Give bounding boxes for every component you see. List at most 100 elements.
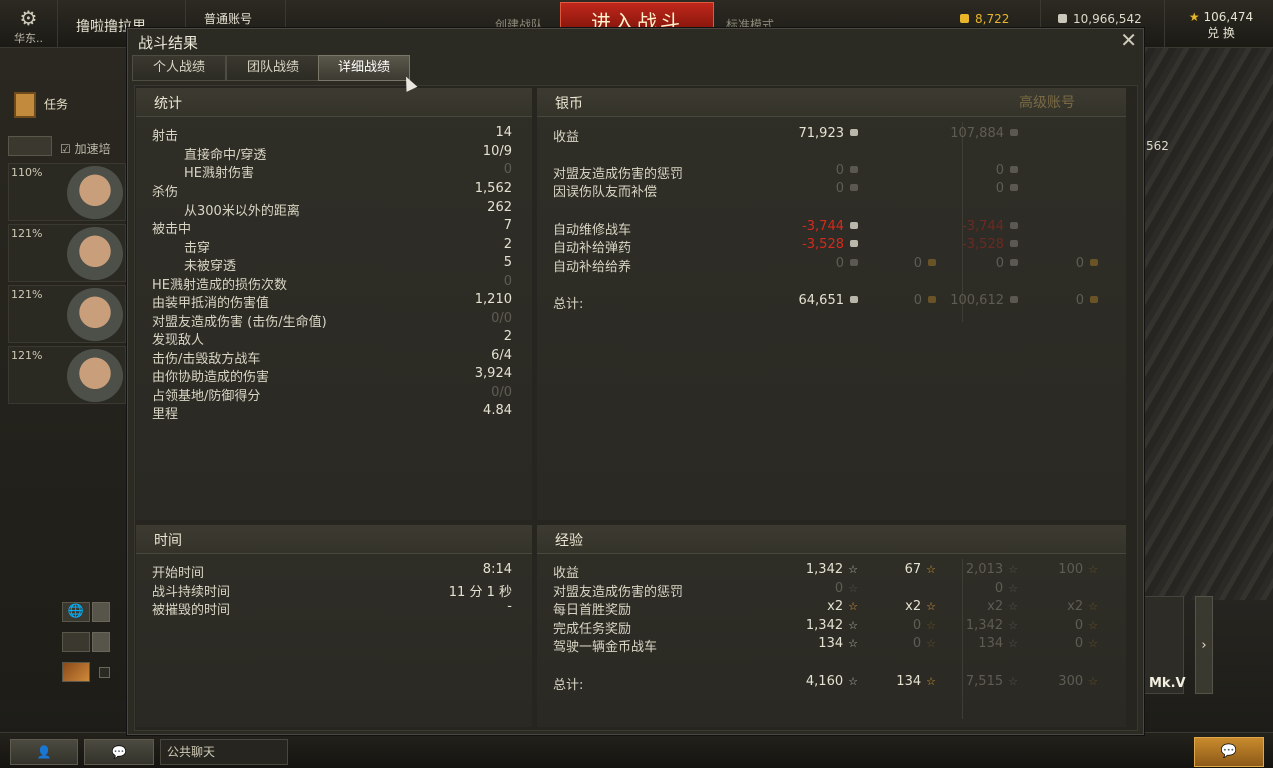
stat-label: 对盟友造成伤害 (击伤/生命值) [152, 315, 327, 330]
close-icon[interactable]: ✕ [1120, 29, 1137, 51]
stat-value: 0 [503, 274, 512, 289]
xp-row: 总计: 4,160 ☆ 134 ☆ 7,515 ☆ 300 ☆ [537, 674, 1126, 693]
chat-button[interactable]: 💬 [84, 739, 154, 765]
crew-skill-pct: 121% [11, 349, 43, 362]
tank-card[interactable]: Mk.V [1140, 596, 1186, 694]
checkbox[interactable] [99, 667, 110, 678]
crew-member[interactable]: 110% [8, 163, 126, 221]
stat-row: 从300米以外的距离 262 [136, 200, 532, 219]
crew-portrait [67, 166, 123, 220]
free-xp-exchange[interactable]: ★ 106,474 兑 换 [1176, 10, 1266, 41]
crew-member[interactable]: 121% [8, 285, 126, 343]
stat-label: 从300米以外的距离 [184, 204, 300, 219]
time-header: 时间 [136, 525, 532, 554]
silver-value: -3,528 [962, 237, 1018, 252]
stat-value: 14 [495, 125, 512, 140]
stat-label: 击伤/击毁敌方战车 [152, 352, 261, 367]
chat-icon: 💬 [111, 745, 127, 759]
stat-label: 未被穿透 [184, 259, 237, 274]
stat-label: 发现敌人 [152, 333, 205, 348]
settings-button[interactable]: ⚙ 华东.. [0, 0, 58, 48]
silver-amount: 0 [1075, 293, 1084, 308]
silver-coin-icon [850, 166, 858, 173]
silver-amount: -3,744 [802, 219, 844, 234]
xp-value: 7,515 ☆ [966, 674, 1018, 689]
silver-coin-icon [850, 184, 858, 191]
xp-value: 2,013 ☆ [966, 562, 1018, 577]
silver-label: 自动补给弹药 [553, 241, 632, 256]
silver-amount: 0 [995, 163, 1004, 178]
silver-coin-icon [1010, 166, 1018, 173]
crew-member[interactable]: 121% [8, 224, 126, 282]
results-content: 统计 射击 14 直接命中/穿透 10/9 HE溅射伤害 0 杀伤 1,562 从300米以外的… [134, 85, 1138, 731]
xp-amount: 0 [994, 581, 1004, 596]
tab-team[interactable]: 团队战绩 [226, 55, 320, 81]
free-xp-value: 106,474 [1203, 10, 1254, 24]
xp-label: 驾驶一辆金币战车 [553, 640, 658, 655]
silver-coin-icon [850, 129, 858, 136]
battle-results-dialog: 战斗结果 ✕ 个人战绩 团队战绩 详细战绩 统计 射击 14 直接命中/穿透 10/9… [127, 28, 1144, 735]
chevron-down-icon[interactable] [92, 632, 110, 652]
stat-label: 由装甲抵消的伤害值 [152, 296, 270, 311]
crew-member[interactable]: 121% [8, 346, 126, 404]
camouflage-button[interactable] [62, 662, 90, 682]
silver-amount: 71,923 [798, 126, 845, 141]
silver-amount: 0 [835, 181, 844, 196]
xp-row: 每日首胜奖励 x2 ☆ x2 ☆ x2 ☆ x2 ☆ [537, 599, 1126, 618]
time-value: - [507, 599, 512, 614]
tab-personal[interactable]: 个人战绩 [132, 55, 226, 81]
silver-row: 自动补给给养 0 0 0 0 [537, 256, 1126, 275]
globe-button[interactable]: 🌐 [62, 602, 90, 622]
silver-row: 自动维修战车 -3,744 -3,744 [537, 219, 1126, 238]
tasks-button[interactable]: 任务 [14, 92, 68, 118]
tank-name: Mk.V [1149, 676, 1186, 691]
stat-row: 击穿 2 [136, 237, 532, 256]
xp-value: 0 ☆ [995, 581, 1018, 596]
stat-row: 射击 14 [136, 125, 532, 144]
time-value: 11 分 1 秒 [448, 585, 512, 600]
xp-amount: 134 [818, 636, 844, 651]
stat-row: 发现敌人 2 [136, 329, 532, 348]
stat-value: 262 [487, 200, 512, 215]
public-chat-tab[interactable]: 公共聊天 [160, 739, 288, 765]
stat-label: 由你协助造成的伤害 [152, 370, 270, 385]
xp-star-icon: ☆ [848, 582, 858, 595]
accelerate-training-checkbox[interactable]: ☑ 加速培 [60, 140, 111, 157]
carousel-next-button[interactable]: › [1195, 596, 1213, 694]
xp-amount: 134 [896, 674, 922, 689]
garage-background-right [1140, 40, 1273, 600]
free-xp-star-icon: ☆ [926, 637, 936, 650]
contacts-button[interactable]: 👤 [10, 739, 78, 765]
silver-amount: -3,528 [962, 237, 1004, 252]
silver-value: 0 [1076, 256, 1098, 271]
xp-star-icon: ☆ [1008, 675, 1018, 688]
stat-value: 7 [503, 218, 512, 233]
time-row: 开始时间 8:14 [136, 562, 532, 581]
silver-label: 自动维修战车 [553, 223, 632, 238]
crew-group-button[interactable] [8, 136, 52, 156]
xp-value: 134 ☆ [818, 636, 858, 651]
messages-button[interactable]: 💬 [1194, 737, 1264, 767]
xp-amount: 300 [1058, 674, 1084, 689]
chevron-down-icon[interactable] [92, 602, 110, 622]
time-value: 8:14 [482, 562, 512, 577]
stat-value: 1,562 [474, 181, 512, 196]
stat-row: 被击中 7 [136, 218, 532, 237]
silver-amount: 0 [913, 256, 922, 271]
xp-label: 总计: [553, 678, 584, 693]
silver-coin-icon [850, 240, 858, 247]
exchange-button[interactable]: 兑 换 [1176, 24, 1266, 41]
stat-value: 0/0 [491, 385, 512, 400]
stat-value: 6/4 [491, 348, 512, 363]
account-type[interactable]: 普通账号 [204, 10, 252, 27]
filter-button[interactable] [62, 632, 90, 652]
crew-skill-pct: 121% [11, 288, 43, 301]
tab-detailed[interactable]: 详细战绩 [318, 55, 410, 81]
stat-row: 未被穿透 5 [136, 255, 532, 274]
stat-value: 10/9 [482, 144, 512, 159]
silver-label: 收益 [553, 130, 580, 145]
xp-value: x2 ☆ [1067, 599, 1098, 614]
silver-coin-icon [1010, 222, 1018, 229]
globe-icon: 🌐 [67, 604, 85, 619]
silver-amount: 0 [913, 293, 922, 308]
